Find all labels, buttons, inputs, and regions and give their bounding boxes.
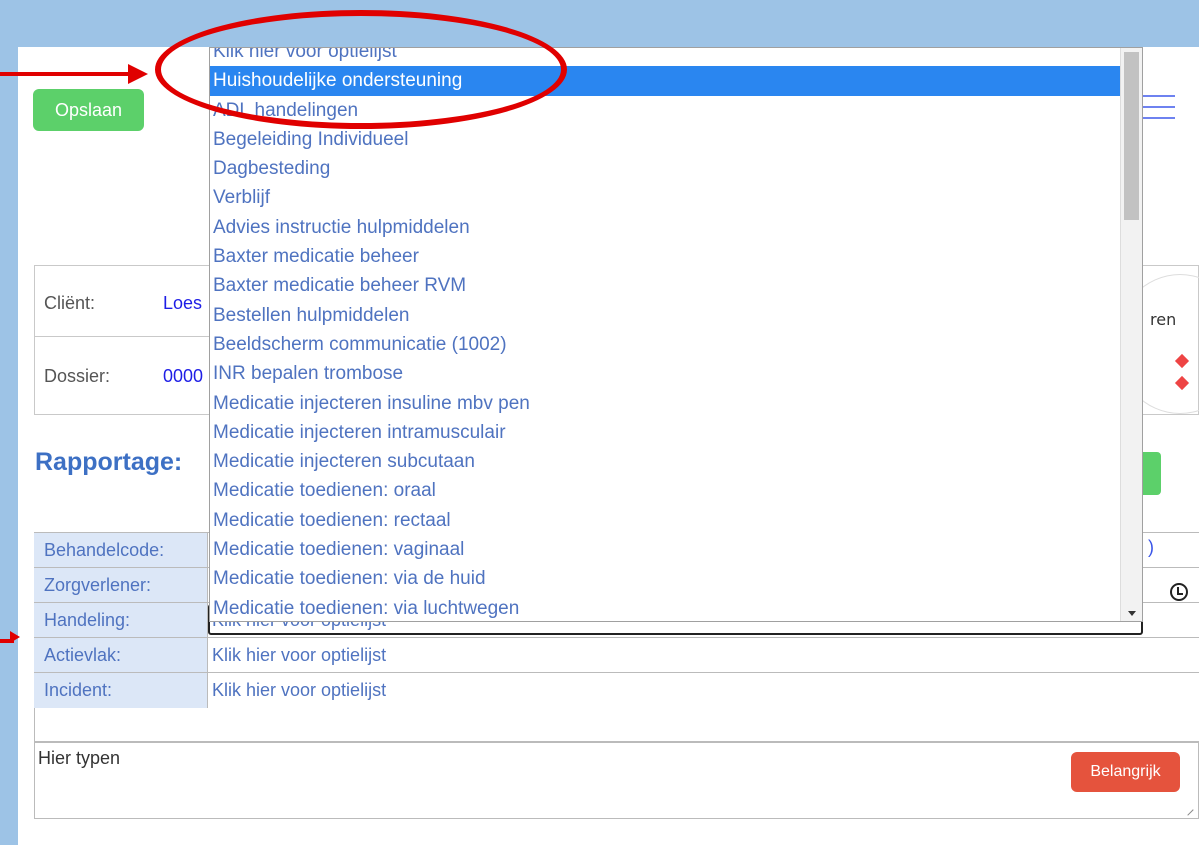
dropdown-option[interactable]: Dagbesteding (210, 154, 1121, 183)
dropdown-options: Klik hier voor optielijst Huishoudelijke … (210, 48, 1121, 621)
dropdown-option[interactable]: Begeleiding Individueel (210, 125, 1121, 154)
dropdown-option[interactable]: Baxter medicatie beheer RVM (210, 271, 1121, 300)
annotation-ellipse (155, 10, 567, 129)
behandelcode-tail: ) (1148, 537, 1154, 557)
dropdown-option[interactable]: Verblijf (210, 183, 1121, 212)
annotation-arrowhead-bottom (10, 631, 20, 643)
incident-select[interactable]: Klik hier voor optielijst (209, 673, 386, 708)
field-row-incident: Incident: Klik hier voor optielijst (34, 672, 1199, 708)
behandelcode-label: Behandelcode: (34, 533, 208, 568)
field-row-actievlak: Actievlak: Klik hier voor optielijst (34, 637, 1199, 673)
annotation-arrow-top (0, 72, 130, 76)
notes-textarea[interactable]: Hier typen Belangrijk (34, 742, 1199, 819)
dropdown-option[interactable]: Medicatie injecteren subcutaan (210, 447, 1121, 476)
dossier-label: Dossier: (44, 366, 111, 386)
dropdown-option[interactable]: Medicatie toedienen: via luchtwegen (210, 594, 1121, 621)
scroll-down-icon[interactable] (1128, 611, 1136, 616)
dropdown-option[interactable]: Medicatie injecteren intramusculair (210, 418, 1121, 447)
info-divider (35, 336, 235, 337)
client-value: Loes (163, 293, 203, 313)
dropdown-option[interactable]: Advies instructie hulpmiddelen (210, 213, 1121, 242)
client-label: Cliënt: (44, 293, 96, 313)
dropdown-option[interactable]: Medicatie injecteren insuline mbv pen (210, 389, 1121, 418)
dossier-value: 0000 (163, 366, 204, 386)
dropdown-option[interactable]: Beeldscherm communicatie (1002) (210, 330, 1121, 359)
scrollbar-thumb[interactable] (1124, 52, 1139, 220)
clock-icon[interactable] (1170, 583, 1188, 601)
dropdown-option[interactable]: Baxter medicatie beheer (210, 242, 1121, 271)
actievlak-label: Actievlak: (34, 638, 208, 673)
hamburger-menu-icon[interactable] (1143, 95, 1175, 121)
dropdown-option[interactable]: Medicatie toedienen: vaginaal (210, 535, 1121, 564)
handeling-dropdown-list[interactable]: Klik hier voor optielijst Huishoudelijke … (209, 47, 1143, 622)
resize-grip-icon[interactable] (1182, 804, 1194, 816)
dropdown-scrollbar[interactable] (1120, 48, 1142, 621)
dropdown-option[interactable]: Bestellen hulpmiddelen (210, 301, 1121, 330)
dropdown-option[interactable]: INR bepalen trombose (210, 359, 1121, 388)
dropdown-option[interactable]: Medicatie toedienen: oraal (210, 476, 1121, 505)
save-button[interactable]: Opslaan (33, 89, 144, 131)
rapportage-title: Rapportage: (35, 448, 183, 476)
incident-label: Incident: (34, 673, 208, 708)
handeling-label: Handeling: (34, 603, 208, 638)
dropdown-option[interactable]: Medicatie toedienen: rectaal (210, 506, 1121, 535)
important-button[interactable]: Belangrijk (1071, 752, 1180, 792)
dropdown-option[interactable]: Medicatie toedienen: via de huid (210, 564, 1121, 593)
annotation-arrowhead-top (128, 64, 148, 84)
actievlak-select[interactable]: Klik hier voor optielijst (209, 638, 386, 673)
notes-placeholder: Hier typen (38, 748, 121, 768)
logo-badge-text: ren (1150, 310, 1177, 329)
zorgverlener-label: Zorgverlener: (34, 568, 208, 603)
